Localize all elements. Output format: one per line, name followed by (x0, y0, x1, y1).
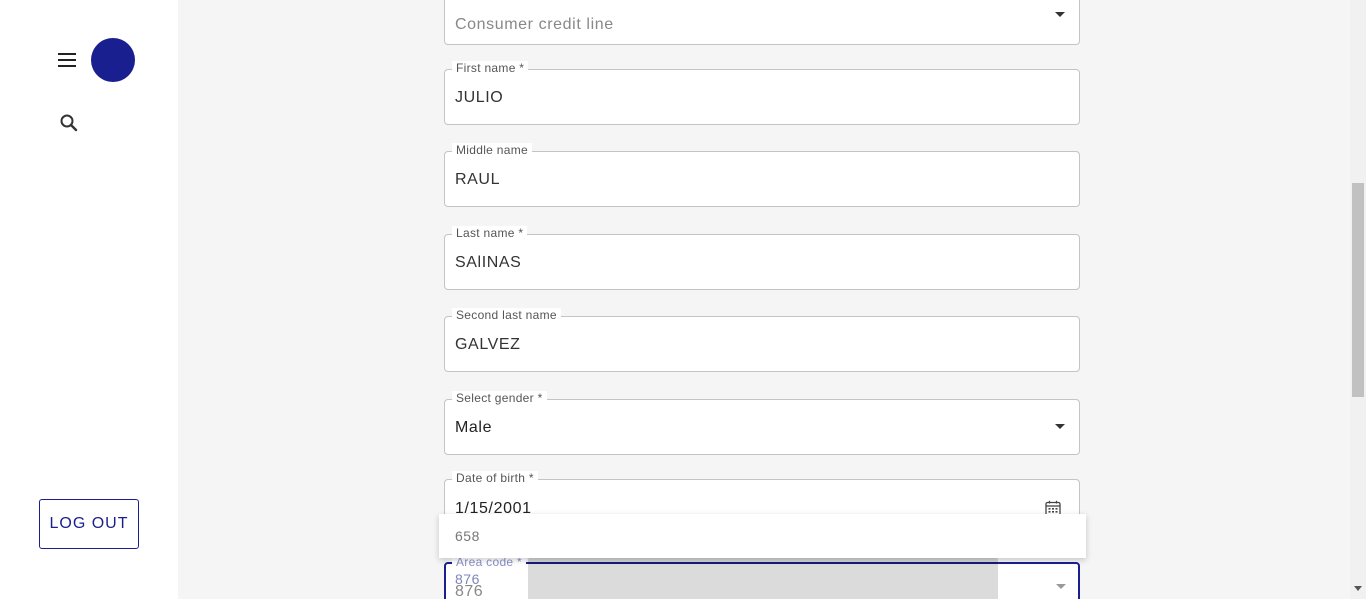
gender-label: Select gender * (452, 391, 547, 405)
last-name-value: SAlINAS (455, 254, 522, 271)
chevron-down-icon (1056, 584, 1066, 589)
credit-line-select[interactable]: Consumer credit line (444, 0, 1080, 45)
scrollbar-thumb[interactable] (1352, 183, 1364, 397)
avatar[interactable] (91, 38, 135, 82)
second-last-name-value: GALVEZ (455, 336, 521, 353)
menu-icon[interactable] (56, 50, 78, 70)
scrollbar[interactable] (1350, 0, 1366, 599)
chevron-down-icon (1055, 12, 1065, 17)
first-name-value: JULIO (455, 89, 504, 106)
middle-name-value: RAUL (455, 171, 501, 188)
last-name-field[interactable]: Last name * SAlINAS (444, 226, 1080, 290)
first-name-label: First name * (452, 61, 529, 75)
gender-select[interactable]: Select gender * Male (444, 391, 1080, 455)
area-code-option[interactable]: 658 (455, 528, 480, 544)
logout-button[interactable]: LOG OUT (39, 499, 139, 549)
sidebar: LOG OUT (0, 0, 178, 599)
search-icon[interactable] (58, 112, 80, 134)
area-code-dropdown: 658 (439, 514, 1086, 558)
area-code-display: 876 (455, 583, 484, 599)
ripple-highlight (528, 558, 998, 599)
date-of-birth-label: Date of birth * (452, 471, 538, 485)
scroll-down-arrow-icon[interactable] (1354, 586, 1362, 591)
gender-value: Male (455, 419, 493, 436)
first-name-field[interactable]: First name * JULIO (444, 61, 1080, 125)
middle-name-label: Middle name (452, 143, 533, 157)
second-last-name-field[interactable]: Second last name GALVEZ (444, 308, 1080, 372)
credit-line-value: Consumer credit line (455, 16, 614, 33)
second-last-name-label: Second last name (452, 308, 561, 322)
chevron-down-icon (1055, 424, 1065, 429)
last-name-label: Last name * (452, 226, 528, 240)
middle-name-field[interactable]: Middle name RAUL (444, 143, 1080, 207)
area-code-field[interactable]: Area code * 876 876 (444, 555, 1080, 599)
